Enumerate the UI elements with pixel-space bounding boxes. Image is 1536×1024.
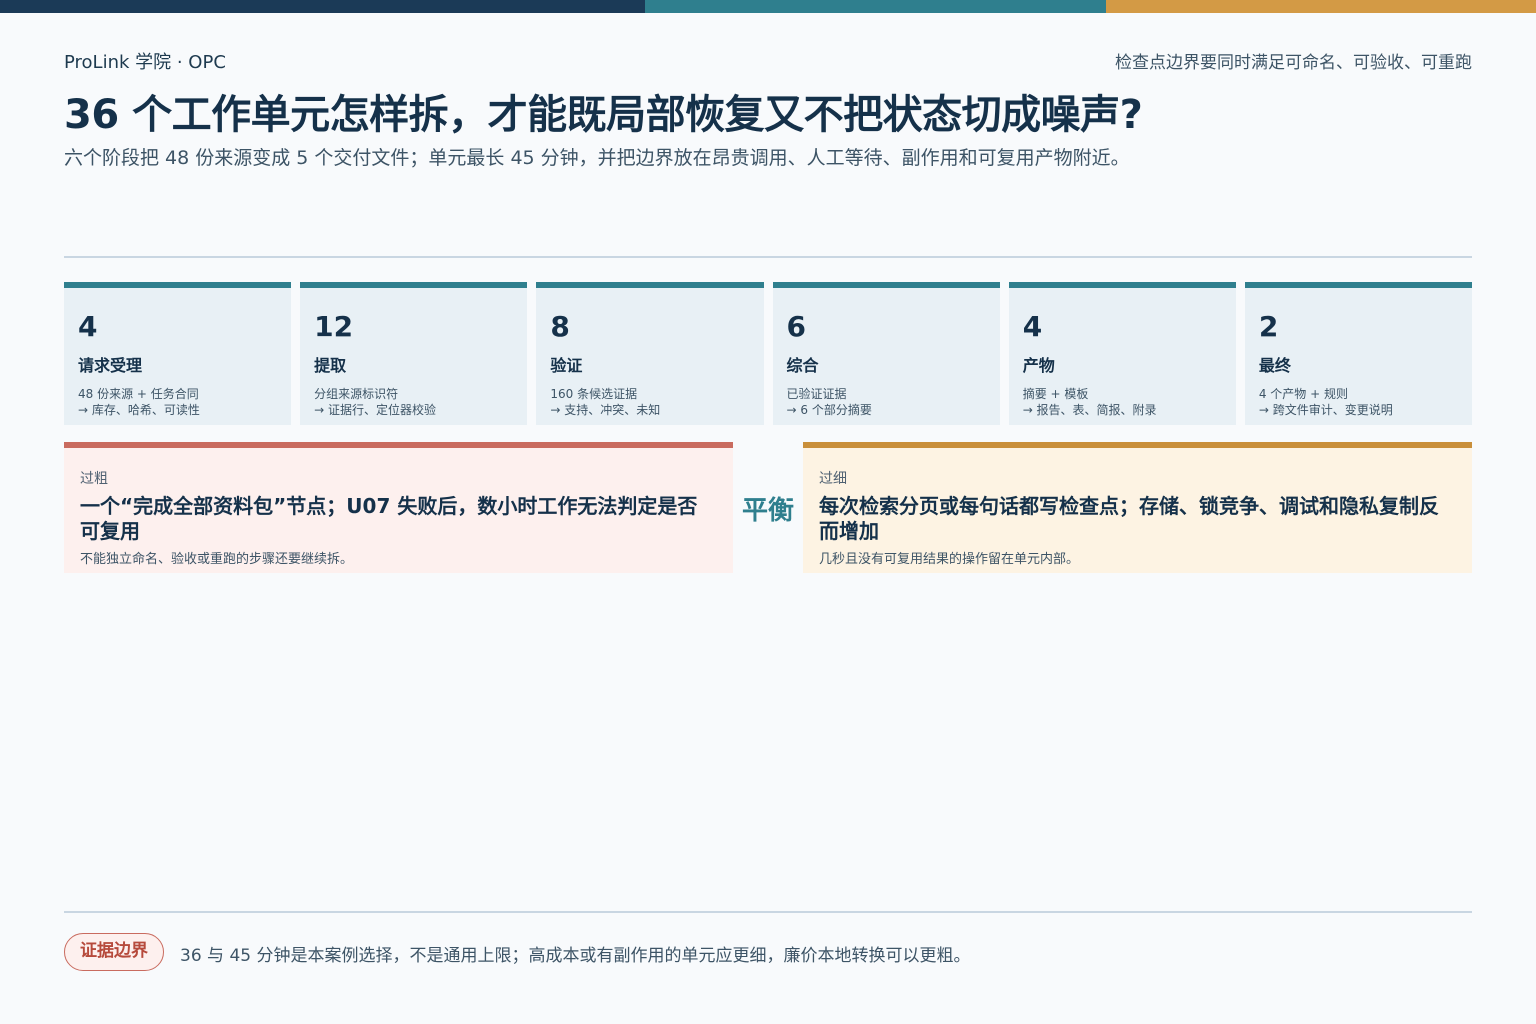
divider-top xyxy=(64,256,1472,258)
page-subtitle: 六个阶段把 48 份来源变成 5 个交付文件；单元最长 45 分钟，并把边界放在… xyxy=(64,147,1130,169)
stage-name: 最终 xyxy=(1258,356,1291,375)
stage-input: 分组来源标识符 xyxy=(314,387,399,401)
top-color-bar xyxy=(0,0,1536,13)
top-bar-amber-segment xyxy=(1106,0,1536,13)
evidence-boundary-badge: 证据边界 xyxy=(64,933,164,971)
header-note: 检查点边界要同时满足可命名、可验收、可重跑 xyxy=(1115,53,1472,73)
too-coarse-panel: 过粗 一个“完成全部资料包”节点；U07 失败后，数小时工作无法判定是否可复用 … xyxy=(64,442,733,573)
stage-output: → 库存、哈希、可读性 xyxy=(78,403,200,417)
stage-card-verify: 8 验证 160 条候选证据 → 支持、冲突、未知 xyxy=(536,282,764,425)
stage-name: 请求受理 xyxy=(78,356,143,375)
stage-card-intake: 4 请求受理 48 份来源 + 任务合同 → 库存、哈希、可读性 xyxy=(64,282,292,425)
stage-name: 综合 xyxy=(786,356,819,375)
stage-count: 4 xyxy=(78,310,98,343)
divider-bottom xyxy=(64,911,1472,913)
stage-card-synthesize: 6 综合 已验证证据 → 6 个部分摘要 xyxy=(772,282,1000,425)
stage-name: 提取 xyxy=(314,356,347,375)
stage-output: → 支持、冲突、未知 xyxy=(550,403,661,417)
top-bar-navy-segment xyxy=(0,0,645,13)
stage-input: 160 条候选证据 xyxy=(550,387,638,401)
stage-output: → 报告、表、简报、附录 xyxy=(1022,403,1157,417)
stage-output: → 证据行、定位器校验 xyxy=(314,403,437,417)
stage-name: 验证 xyxy=(550,356,583,375)
stage-name: 产物 xyxy=(1022,356,1055,375)
panel-headline: 一个“完成全部资料包”节点；U07 失败后，数小时工作无法判定是否可复用 xyxy=(80,494,698,543)
stage-input: 摘要 + 模板 xyxy=(1022,387,1089,401)
too-fine-panel: 过细 每次检索分页或每句话都写检查点；存储、锁竞争、调试和隐私复制反而增加 几秒… xyxy=(803,442,1472,573)
stage-count: 8 xyxy=(550,310,570,343)
panel-detail: 不能独立命名、验收或重跑的步骤还要继续拆。 xyxy=(80,552,354,567)
balance-label: 平衡 xyxy=(741,496,794,526)
stage-output: → 6 个部分摘要 xyxy=(786,403,872,417)
stage-card-artifacts: 4 产物 摘要 + 模板 → 报告、表、简报、附录 xyxy=(1008,282,1236,425)
top-bar-teal-segment xyxy=(645,0,1106,13)
stage-count: 4 xyxy=(1022,310,1043,343)
stage-count: 12 xyxy=(314,310,354,343)
stage-count: 2 xyxy=(1258,310,1279,343)
page-title: 36 个工作单元怎样拆，才能既局部恢复又不把状态切成噪声? xyxy=(64,92,1143,138)
stage-input: 4 个产物 + 规则 xyxy=(1258,387,1348,401)
footer-note: 36 与 45 分钟是本案例选择，不是通用上限；高成本或有副作用的单元应更细，廉… xyxy=(180,946,971,966)
stage-input: 已验证证据 xyxy=(786,387,847,401)
stage-row: 4 请求受理 48 份来源 + 任务合同 → 库存、哈希、可读性 12 提取 分… xyxy=(64,282,1473,425)
panel-detail: 几秒且没有可复用结果的操作留在单元内部。 xyxy=(819,552,1080,567)
panel-tag: 过细 xyxy=(819,471,847,487)
panel-headline: 每次检索分页或每句话都写检查点；存储、锁竞争、调试和隐私复制反而增加 xyxy=(819,494,1439,543)
stage-card-final: 2 最终 4 个产物 + 规则 → 跨文件审计、变更说明 xyxy=(1244,282,1473,425)
panel-tag: 过粗 xyxy=(80,471,108,487)
brand-label: ProLink 学院 · OPC xyxy=(64,52,226,73)
stage-input: 48 份来源 + 任务合同 xyxy=(78,387,199,401)
stage-output: → 跨文件审计、变更说明 xyxy=(1258,403,1393,417)
stage-card-extract: 12 提取 分组来源标识符 → 证据行、定位器校验 xyxy=(300,282,528,425)
stage-count: 6 xyxy=(786,310,806,343)
